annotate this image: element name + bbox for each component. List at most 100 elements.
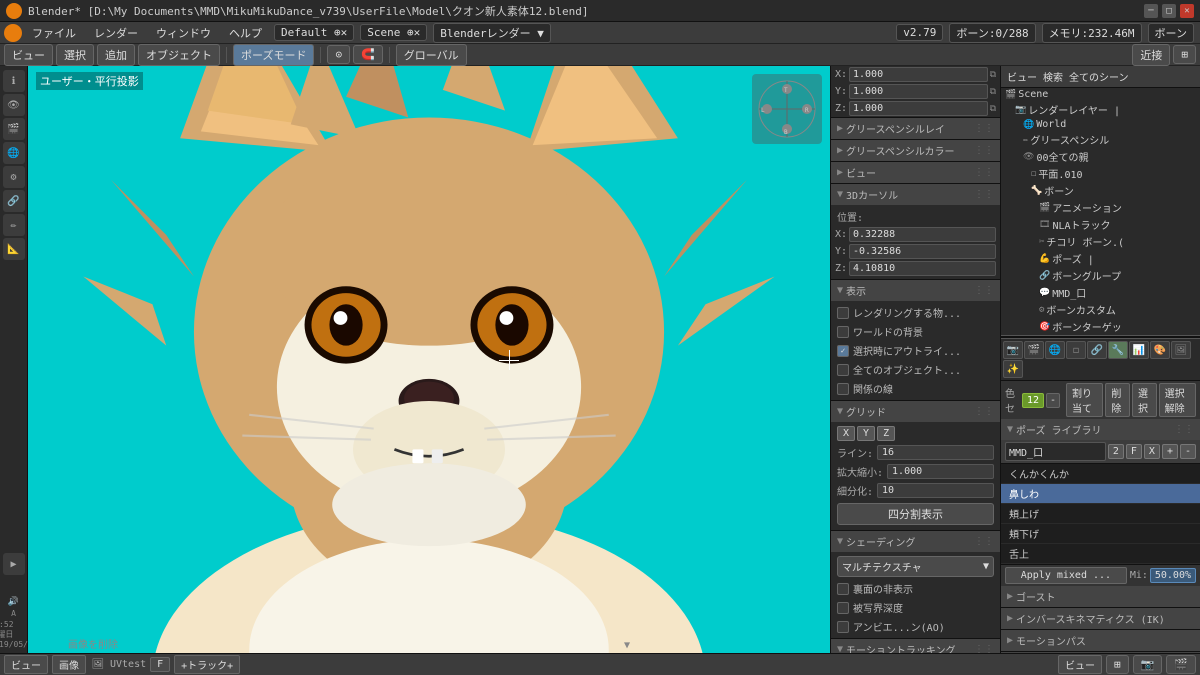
sidebar-icon-2[interactable]: 👁 <box>3 94 25 116</box>
bottom-icon-2[interactable]: 📷 <box>1133 655 1163 674</box>
colorset-minus-btn[interactable]: - <box>1046 393 1060 408</box>
sidebar-icon-collapse[interactable]: ▶ <box>3 553 25 575</box>
scale-value[interactable]: 1.000 <box>887 464 994 479</box>
outliner-grease-pencil[interactable]: ✏ グリースペンシル <box>1001 131 1200 148</box>
outliner-render-layer[interactable]: 📷 レンダーレイヤー | <box>1001 101 1200 118</box>
y-copy-icon[interactable]: ⧉ <box>990 87 996 97</box>
pose-lib-f-btn[interactable]: F <box>1126 444 1142 459</box>
blender-icon[interactable] <box>4 24 22 42</box>
assign-btn[interactable]: 割り当て <box>1066 383 1103 417</box>
prop-world-icon[interactable]: 🌐 <box>1045 341 1065 359</box>
renderer-selector[interactable]: Blenderレンダー ▼ <box>433 23 551 43</box>
bottom-view-btn[interactable]: ビュー <box>4 655 48 674</box>
sidebar-icon-3[interactable]: 🎬 <box>3 118 25 140</box>
pose-item-hana[interactable]: 鼻しわ <box>1001 484 1200 504</box>
display-toggle[interactable]: ▼ 表示 ⋮⋮ <box>831 280 1000 301</box>
subdiv-value[interactable]: 10 <box>877 483 994 498</box>
sidebar-icon-6[interactable]: 🔗 <box>3 190 25 212</box>
backface-checkbox[interactable] <box>837 583 849 595</box>
sidebar-icon-8[interactable]: 📐 <box>3 238 25 260</box>
x-value[interactable]: 1.000 <box>849 67 988 82</box>
all-obj-checkbox[interactable] <box>837 364 849 376</box>
viewport[interactable]: ユーザー・平行投影 T B L R 画像を削除 ▼ <box>28 66 830 653</box>
outliner-world[interactable]: 🌐 World <box>1001 118 1200 131</box>
prop-particle-icon[interactable]: ✨ <box>1003 360 1023 378</box>
outliner-animation[interactable]: 🎬 アニメーション <box>1001 199 1200 216</box>
cursor-section-toggle[interactable]: ▼ 3Dカーソル ⋮⋮ <box>831 184 1000 205</box>
proportional-edit-btn[interactable]: ⊙ <box>327 45 350 64</box>
near-selector[interactable]: 近接 <box>1132 44 1170 66</box>
prop-material-icon[interactable]: 🎨 <box>1150 341 1170 359</box>
lines-value[interactable]: 16 <box>877 445 994 460</box>
bottom-track-btn[interactable]: +トラック+ <box>174 655 240 674</box>
pose-item-hoo-down[interactable]: 頬下げ <box>1001 524 1200 544</box>
motion-path-toggle[interactable]: ▶ モーションパス <box>1001 630 1200 651</box>
numpad-btn[interactable]: ⊞ <box>1173 45 1196 64</box>
close-button[interactable]: ✕ <box>1180 4 1194 18</box>
mi-value[interactable]: 50.00% <box>1150 568 1196 583</box>
grid-x-btn[interactable]: X <box>837 426 855 441</box>
bottom-icon-3[interactable]: 🎬 <box>1166 655 1196 674</box>
outliner-chikori[interactable]: ✂ チコリ ボーン.( <box>1001 233 1200 250</box>
prop-render-icon[interactable]: 📷 <box>1003 341 1023 359</box>
prop-data-icon[interactable]: 📊 <box>1129 341 1149 359</box>
world-bg-checkbox[interactable] <box>837 326 849 338</box>
prop-modifier-icon[interactable]: 🔧 <box>1108 341 1128 359</box>
pose-lib-section-label[interactable]: ▼ ポーズ ライブラリ ⋮⋮ <box>1001 419 1200 440</box>
prop-scene-icon[interactable]: 🎬 <box>1024 341 1044 359</box>
shading-toggle[interactable]: ▼ シェーディング ⋮⋮ <box>831 531 1000 552</box>
sidebar-icon-7[interactable]: ✏ <box>3 214 25 236</box>
pose-lib-name-input[interactable]: MMD_口 <box>1005 442 1106 461</box>
sidebar-icon-1[interactable]: ℹ <box>3 70 25 92</box>
pose-lib-x-btn[interactable]: X <box>1144 444 1160 459</box>
z-copy-icon[interactable]: ⧉ <box>990 104 996 114</box>
toolbar-select[interactable]: 選択 <box>56 44 94 66</box>
workspace-selector[interactable]: Default ⊕✕ <box>274 24 354 41</box>
snap-btn[interactable]: 🧲 <box>353 45 383 64</box>
menu-help[interactable]: ヘルプ <box>221 23 270 43</box>
grid-y-btn[interactable]: Y <box>857 426 875 441</box>
menu-file[interactable]: ファイル <box>24 23 84 43</box>
pose-lib-remove-icon[interactable]: - <box>1180 444 1196 459</box>
depth-checkbox[interactable] <box>837 602 849 614</box>
minimize-button[interactable]: ─ <box>1144 4 1158 18</box>
sidebar-icon-5[interactable]: ⚙ <box>3 166 25 188</box>
ghost-toggle[interactable]: ▶ ゴースト <box>1001 586 1200 607</box>
menu-render[interactable]: レンダー <box>86 23 146 43</box>
select-btn[interactable]: 選択 <box>1132 383 1157 417</box>
ao-checkbox[interactable] <box>837 621 849 633</box>
outliner-bone-group[interactable]: 🔗 ボーングループ <box>1001 267 1200 284</box>
prop-constraint-icon[interactable]: 🔗 <box>1087 341 1107 359</box>
outliner-pose[interactable]: 💪 ポーズ | <box>1001 250 1200 267</box>
y-value[interactable]: 1.000 <box>849 84 988 99</box>
outliner-all-parent[interactable]: 👁 00全ての親 <box>1001 148 1200 165</box>
multitex-dropdown[interactable]: マルチテクスチャ ▼ <box>837 556 994 577</box>
pos-y-value[interactable]: -0.32586 <box>849 244 996 259</box>
scene-item[interactable]: 🎬 Scene <box>1001 88 1200 101</box>
grease-pencil-color-toggle[interactable]: ▶ グリースペンシルカラー ⋮⋮ <box>831 140 1000 161</box>
pos-x-value[interactable]: 0.32288 <box>849 227 996 242</box>
grid-toggle[interactable]: ▼ グリッド ⋮⋮ <box>831 401 1000 422</box>
sidebar-icon-4[interactable]: 🌐 <box>3 142 25 164</box>
x-copy-icon[interactable]: ⧉ <box>990 70 996 80</box>
outliner-bone[interactable]: 🦴 ボーン <box>1001 182 1200 199</box>
outliner-bone-custom[interactable]: ⚙ ボーンカスタム <box>1001 301 1200 318</box>
bottom-icon-1[interactable]: ⊞ <box>1106 655 1129 674</box>
z-value[interactable]: 1.000 <box>849 101 988 116</box>
motion-tracking-toggle[interactable]: ▼ モーショントラッキング ⋮⋮ <box>831 639 1000 653</box>
bottom-view2-btn[interactable]: ビュー <box>1058 655 1102 674</box>
prop-object-icon[interactable]: ◻ <box>1066 341 1086 359</box>
maximize-button[interactable]: □ <box>1162 4 1176 18</box>
ik-toggle[interactable]: ▶ インバースキネマティクス (IK) <box>1001 608 1200 629</box>
scene-selector[interactable]: Scene ⊕✕ <box>360 24 427 41</box>
quad-view-button[interactable]: 四分割表示 <box>837 503 994 525</box>
outliner-nla[interactable]: 🎞 NLAトラック <box>1001 216 1200 233</box>
menu-window[interactable]: ウィンドウ <box>148 23 219 43</box>
outliner-mmd-mouth[interactable]: 💬 MMD_口 <box>1001 284 1200 301</box>
render-obj-checkbox[interactable] <box>837 307 849 319</box>
apply-btn[interactable]: Apply mixed ... <box>1005 567 1127 584</box>
pose-item-tongue[interactable]: 舌上 <box>1001 544 1200 564</box>
toolbar-add[interactable]: 追加 <box>97 44 135 66</box>
bottom-f-btn[interactable]: F <box>150 657 170 672</box>
nav-widget[interactable]: T B L R <box>752 74 822 144</box>
